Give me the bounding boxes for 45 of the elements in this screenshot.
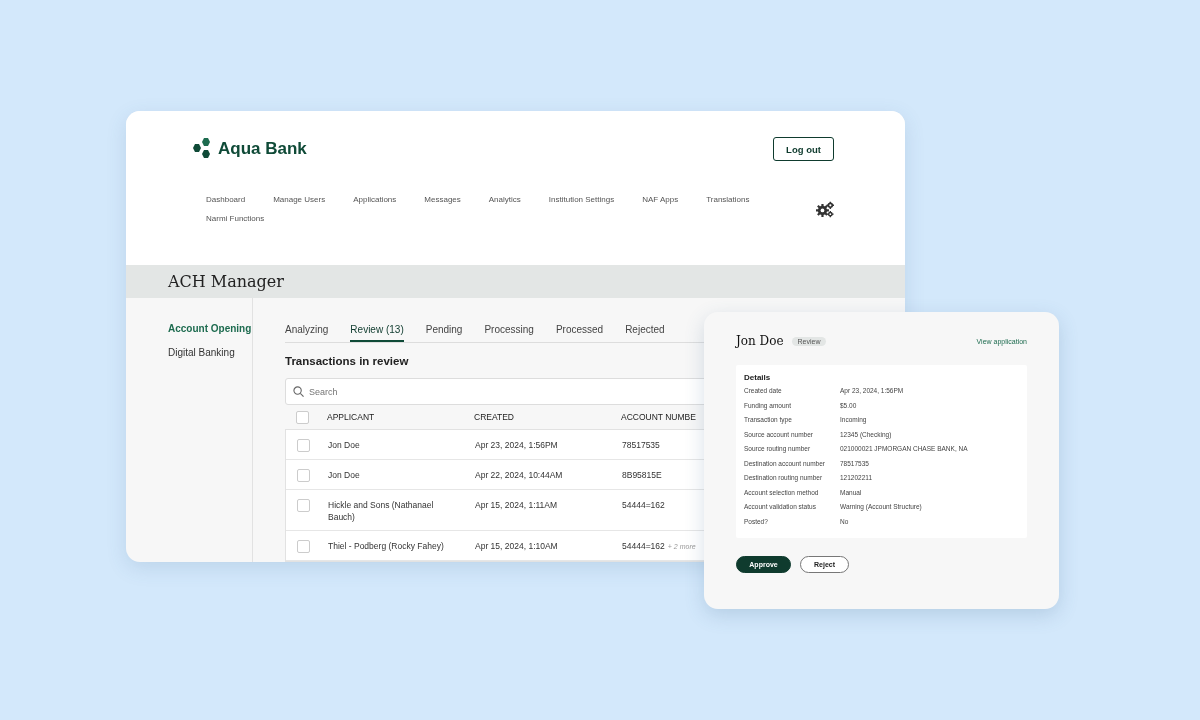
table-cell-text: Thiel - Podberg (Rocky Fahey) — [328, 540, 445, 552]
page-title: ACH Manager — [168, 271, 284, 291]
section-title: Transactions in review — [285, 355, 410, 367]
table-cell-text: Jon Doe — [328, 439, 361, 451]
nav-link[interactable]: Translations — [706, 195, 750, 204]
nav-link[interactable]: NAF Apps — [642, 195, 679, 204]
checkbox[interactable] — [297, 499, 310, 512]
nav-link[interactable]: Institution Settings — [548, 195, 615, 204]
table-cell-text: Apr 15, 2024, 1:11AM — [475, 499, 559, 511]
tab[interactable]: Processed — [555, 324, 604, 342]
table-cell-text: Apr 23, 2024, 1:56PM — [475, 439, 559, 451]
checkbox[interactable] — [297, 540, 310, 553]
checkbox[interactable] — [297, 439, 310, 452]
table-cell: 8B95815E — [622, 470, 662, 480]
logo-text: Aqua Bank — [218, 139, 307, 159]
sidebar-item[interactable]: Digital Banking — [168, 347, 252, 358]
nav-link[interactable]: Narmi Functions — [206, 214, 265, 223]
nav-link[interactable]: Manage Users — [273, 195, 326, 204]
table-cell-text: Apr 22, 2024, 10:44AM — [475, 469, 564, 481]
tab[interactable]: Processing — [484, 324, 534, 342]
column-header: CREATED — [474, 412, 515, 422]
details-heading: Details — [744, 373, 772, 382]
tab[interactable]: Analyzing — [285, 324, 329, 342]
column-header: APPLICANT — [327, 412, 376, 422]
tab[interactable]: Rejected — [625, 324, 665, 342]
checkbox[interactable] — [296, 410, 309, 424]
checkbox[interactable] — [297, 469, 310, 482]
applicant-name: Jon Doe — [736, 334, 784, 348]
table-cell-text: Jon Doe — [328, 469, 361, 481]
nav-link[interactable]: Analytics — [488, 195, 521, 204]
table-cell: 54444=162 — [622, 541, 665, 551]
table-cell-text: Apr 15, 2024, 1:10AM — [475, 540, 559, 552]
table-cell-text: Hickle and Sons (Nathanael Bauch) — [328, 499, 435, 523]
table-cell: 54444=162 — [622, 500, 665, 510]
column-header: ACCOUNT NUMBE — [621, 412, 697, 422]
tab[interactable]: Pending — [425, 324, 463, 342]
tab[interactable]: Review (13) — [350, 324, 404, 342]
log-out-button[interactable]: Log out — [773, 137, 834, 161]
nav-link[interactable]: Messages — [424, 195, 461, 204]
nav-link[interactable]: Dashboard — [206, 195, 246, 204]
nav-link[interactable]: Applications — [353, 195, 397, 204]
sidebar-item[interactable]: Account Opening — [168, 323, 252, 334]
settings-icon[interactable] — [815, 200, 834, 218]
search-icon — [293, 386, 304, 397]
table-cell: 78517535 — [622, 440, 660, 450]
